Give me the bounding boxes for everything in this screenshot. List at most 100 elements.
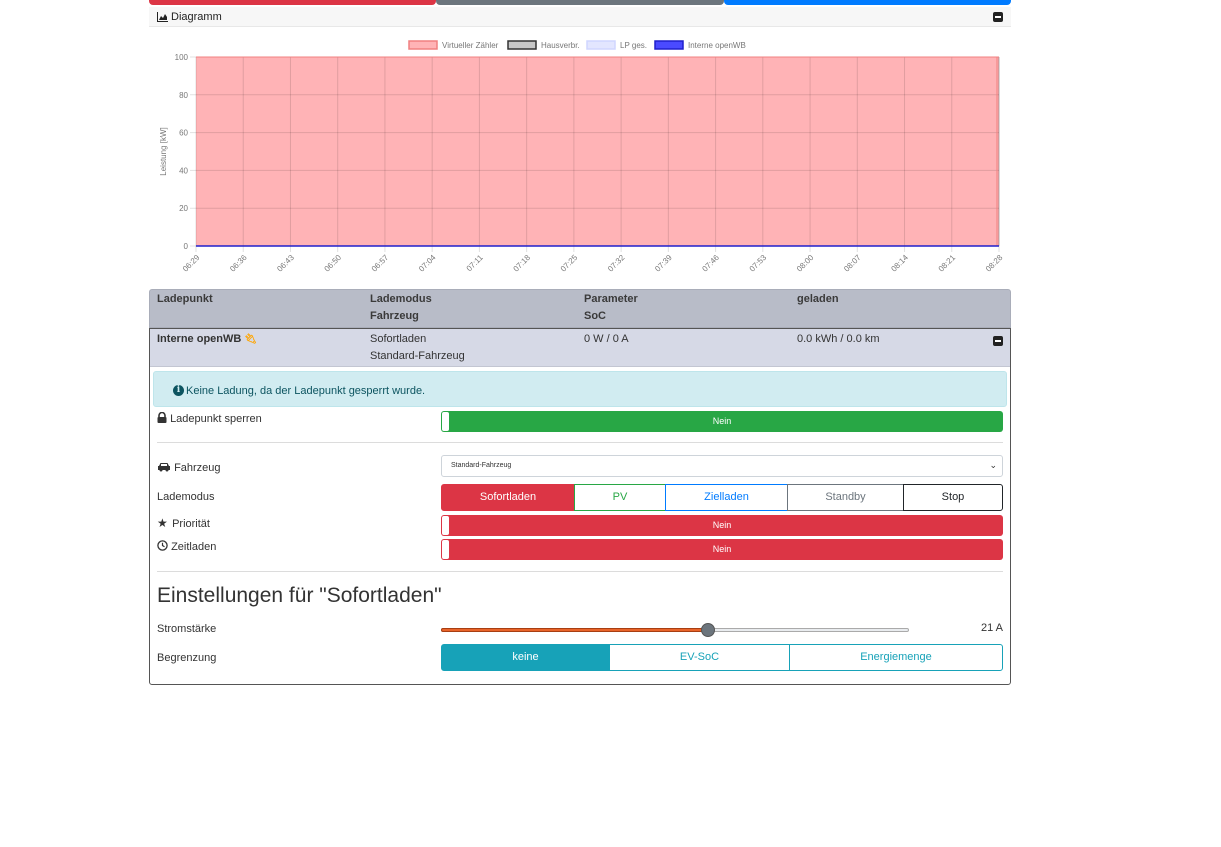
priority-toggle[interactable]: Nein <box>441 515 1003 536</box>
header-lademodus: Lademodus <box>370 293 432 305</box>
y-tick-label: 20 <box>179 204 188 213</box>
top-bar-blue[interactable] <box>724 0 1011 5</box>
limit-label: Begrenzung <box>157 652 217 664</box>
info-text: Keine Ladung, da der Ladepunkt gesperrt … <box>186 385 426 397</box>
header-geladen: geladen <box>797 293 839 305</box>
lock-label: Ladepunkt sperren <box>157 411 262 425</box>
timed-label-text: Zeitladen <box>171 541 217 553</box>
x-tick-label: 08:21 <box>937 253 958 274</box>
x-tick-label: 06:36 <box>228 253 249 274</box>
info-circle-icon: i <box>173 385 184 396</box>
priority-toggle-value: Nein <box>712 520 732 530</box>
current-slider[interactable] <box>441 623 909 637</box>
x-tick-label: 08:28 <box>984 253 1005 274</box>
mode-sofortladen-button[interactable]: Sofortladen <box>441 484 575 511</box>
lock-toggle-knob[interactable] <box>442 412 449 431</box>
collapse-lp-icon[interactable] <box>993 336 1003 346</box>
timed-label: Zeitladen <box>157 540 216 553</box>
car-icon <box>158 463 170 472</box>
priority-label: ★ Priorität <box>157 516 210 530</box>
legend-label[interactable]: LP ges. <box>620 41 647 50</box>
x-tick-label: 07:39 <box>653 253 674 274</box>
header-soc: SoC <box>584 310 606 322</box>
limit-button-group: keine EV-SoC Energiemenge <box>441 644 1003 671</box>
limit-energy-button[interactable]: Energiemenge <box>789 644 1003 671</box>
legend-label[interactable]: Hausverbr. <box>541 41 580 50</box>
vehicle-label-text: Fahrzeug <box>174 462 221 474</box>
x-tick-label: 07:46 <box>700 253 721 274</box>
x-tick-label: 06:43 <box>275 253 296 274</box>
top-nav-bars <box>149 0 1011 5</box>
settings-heading: Einstellungen für "Sofortladen" <box>157 584 442 607</box>
timed-toggle-value: Nein <box>712 544 732 554</box>
lp-card: Interne openWB 🔌︎ Sofortladen Standard-F… <box>149 328 1011 685</box>
mode-stop-button[interactable]: Stop <box>903 484 1003 511</box>
current-label: Stromstärke <box>157 623 217 635</box>
clock-icon <box>157 540 168 551</box>
legend-label[interactable]: Virtueller Zähler <box>442 41 499 50</box>
y-tick-label: 100 <box>175 53 189 62</box>
mode-pv-button[interactable]: PV <box>574 484 666 511</box>
mode-standby-button[interactable]: Standby <box>787 484 904 511</box>
legend-swatch[interactable] <box>586 40 616 50</box>
lp-name: Interne openWB <box>157 333 242 345</box>
minus-square-icon[interactable] <box>993 12 1003 22</box>
x-tick-label: 07:04 <box>417 253 438 274</box>
lock-icon <box>157 411 167 423</box>
legend-label[interactable]: Interne openWB <box>688 41 746 50</box>
lp-name-cell: Interne openWB 🔌︎ <box>157 331 257 348</box>
lock-label-text: Ladepunkt sperren <box>170 413 262 425</box>
legend-swatch[interactable] <box>654 40 684 50</box>
y-tick-label: 60 <box>179 129 188 138</box>
chart-card-title: Diagramm <box>171 11 222 23</box>
y-axis-label: Leistung [kW] <box>159 127 168 175</box>
mode-label: Lademodus <box>157 491 215 503</box>
x-tick-label: 08:00 <box>795 253 816 274</box>
x-tick-label: 08:07 <box>842 253 863 274</box>
vehicle-select-value: Standard-Fahrzeug <box>451 462 512 469</box>
divider <box>157 571 1003 572</box>
legend-swatch[interactable] <box>507 40 537 50</box>
lp-row[interactable]: Interne openWB 🔌︎ Sofortladen Standard-F… <box>150 329 1010 367</box>
limit-evsoc-button[interactable]: EV-SoC <box>609 644 790 671</box>
star-icon: ★ <box>157 516 168 530</box>
power-chart: Virtueller Zähler Hausverbr. LP ges. Intern… <box>159 40 1005 274</box>
y-tick-label: 40 <box>179 166 188 175</box>
x-tick-label: 06:57 <box>370 253 391 274</box>
legend-swatch[interactable] <box>408 40 438 50</box>
x-tick-label: 06:50 <box>323 253 344 274</box>
top-bar-red[interactable] <box>149 0 436 5</box>
lp-charged: 0.0 kWh / 0.0 km <box>797 333 880 345</box>
top-bar-gray[interactable] <box>436 0 724 5</box>
lp-parameter: 0 W / 0 A <box>584 333 629 345</box>
vehicle-label: Fahrzeug <box>157 462 221 474</box>
priority-label-text: Priorität <box>172 518 210 530</box>
x-tick-label: 08:14 <box>889 253 910 274</box>
lock-toggle[interactable]: Nein <box>441 411 1003 432</box>
header-fahrzeug: Fahrzeug <box>370 310 419 322</box>
x-tick-label: 07:18 <box>512 253 533 274</box>
lock-toggle-value: Nein <box>712 416 732 426</box>
divider <box>157 442 1003 443</box>
chevron-down-icon: ⌄ <box>989 460 997 470</box>
current-slider-thumb[interactable] <box>701 623 715 637</box>
priority-toggle-knob[interactable] <box>442 516 449 535</box>
limit-none-button[interactable]: keine <box>441 644 610 671</box>
lp-table-header: Ladepunkt Lademodus Fahrzeug Parameter S… <box>149 289 1011 328</box>
timed-toggle-knob[interactable] <box>442 540 449 559</box>
chart-card: Diagramm Virtueller Zähler Hausverbr. LP g… <box>149 7 1011 289</box>
y-tick-label: 0 <box>184 242 189 251</box>
current-value: 21 A <box>980 622 1003 634</box>
area-chart-icon <box>157 12 168 22</box>
header-ladepunkt: Ladepunkt <box>157 293 213 305</box>
vehicle-select[interactable]: Standard-Fahrzeug ⌄ <box>441 455 1003 477</box>
timed-toggle[interactable]: Nein <box>441 539 1003 560</box>
x-tick-label: 07:25 <box>559 253 580 274</box>
lp-vehicle: Standard-Fahrzeug <box>370 350 465 362</box>
series-area-virtueller-zaehler <box>196 57 999 246</box>
mode-zielladen-button[interactable]: Zielladen <box>665 484 788 511</box>
current-slider-fill <box>441 628 708 632</box>
x-tick-label: 06:29 <box>181 253 202 274</box>
lp-mode: Sofortladen <box>370 333 427 345</box>
plug-icon: 🔌︎ <box>244 334 258 345</box>
